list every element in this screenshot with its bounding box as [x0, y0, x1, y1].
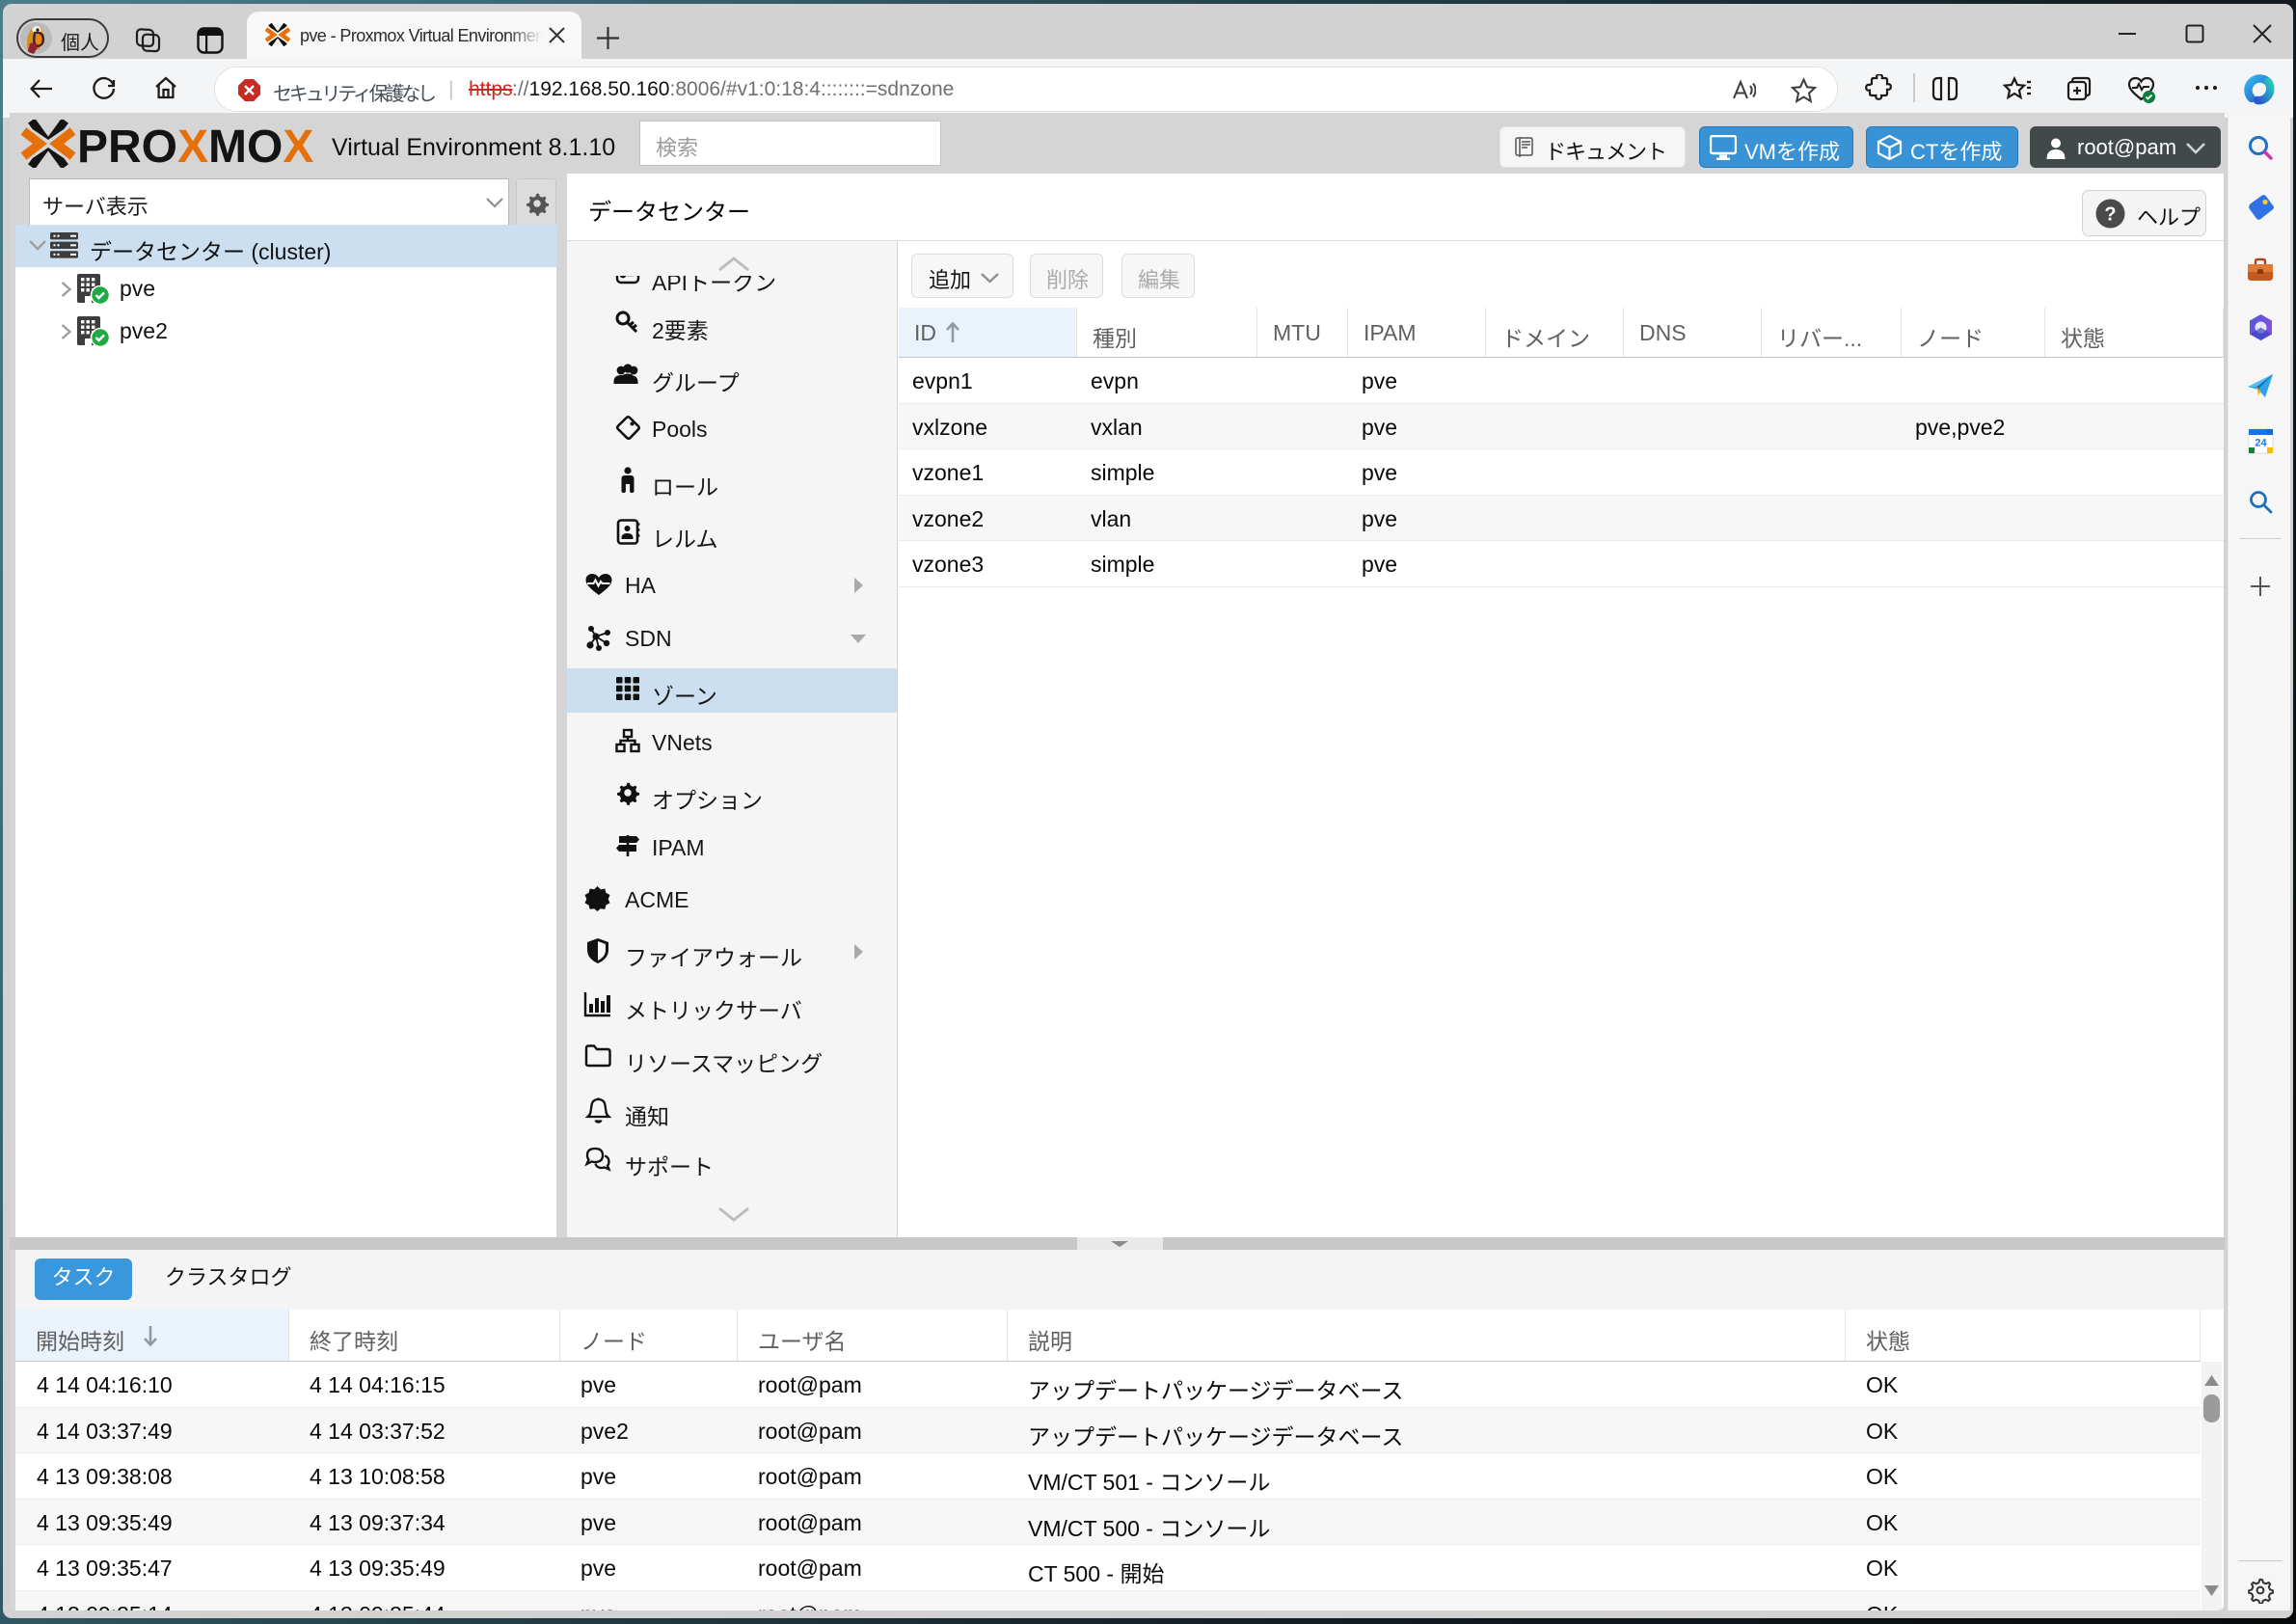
svg-text:?: ? — [2104, 204, 2116, 226]
svg-text:24: 24 — [2255, 438, 2267, 449]
